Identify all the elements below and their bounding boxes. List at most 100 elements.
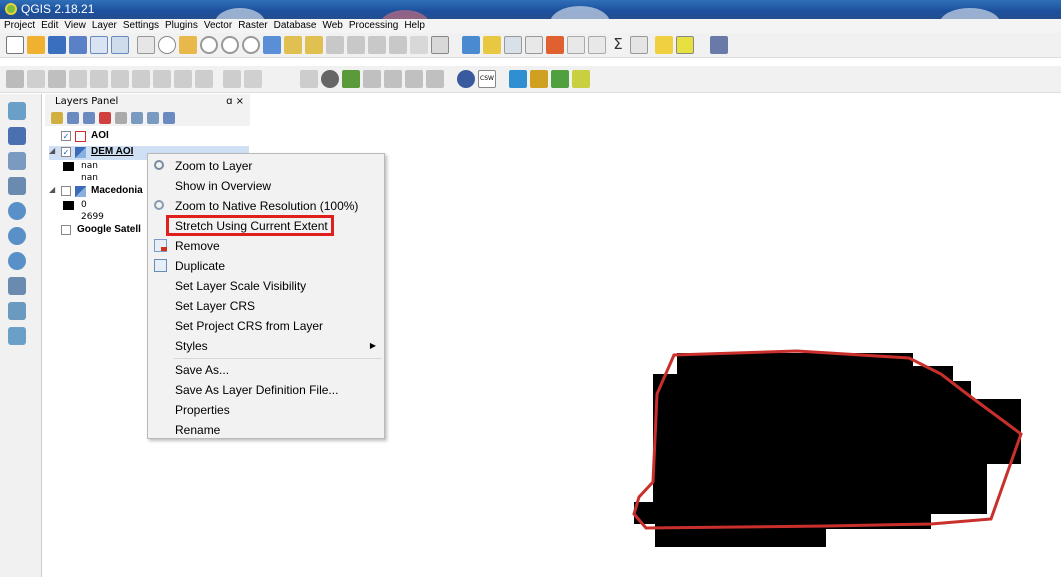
layer-checkbox[interactable]: ✓ — [61, 147, 71, 157]
expand-arrow-icon[interactable]: ◢ — [49, 146, 55, 155]
add-spatialite-icon[interactable] — [8, 177, 26, 195]
composer-manager-icon[interactable] — [111, 36, 129, 54]
select-features-icon[interactable] — [483, 36, 501, 54]
add-wfs-icon[interactable] — [457, 70, 475, 88]
manage-themes-icon[interactable] — [83, 112, 95, 124]
zoom-in-icon[interactable] — [200, 36, 218, 54]
text-annotation-icon[interactable] — [676, 36, 694, 54]
add-delimited-text-icon[interactable] — [8, 152, 26, 170]
add-wms-icon[interactable] — [8, 202, 26, 220]
menu-item-zoom-to-layer[interactable]: Zoom to Layer — [148, 156, 384, 176]
cut-features-icon[interactable] — [153, 70, 171, 88]
identify-icon[interactable] — [462, 36, 480, 54]
remove-layer-icon[interactable] — [163, 112, 175, 124]
georeferencer-icon[interactable] — [551, 70, 569, 88]
menu-edit[interactable]: Edit — [38, 19, 61, 33]
refresh-icon[interactable] — [431, 36, 449, 54]
menu-item-save-as[interactable]: Save As... — [148, 360, 384, 380]
filter-legend-icon[interactable] — [99, 112, 111, 124]
menu-item-styles[interactable]: Styles ▶ — [148, 336, 384, 356]
copy-features-icon[interactable] — [174, 70, 192, 88]
pan-map-icon[interactable] — [137, 36, 155, 54]
label-tool-icon[interactable] — [300, 70, 318, 88]
move-feature-icon[interactable] — [90, 70, 108, 88]
label-highlight-icon[interactable] — [244, 70, 262, 88]
menu-database[interactable]: Database — [271, 19, 320, 33]
label-props-icon[interactable] — [426, 70, 444, 88]
open-attribute-table-icon[interactable] — [546, 36, 564, 54]
save-project-icon[interactable] — [48, 36, 66, 54]
sum-icon[interactable]: Σ — [609, 36, 627, 54]
diagram-move-icon[interactable] — [405, 70, 423, 88]
new-shapefile-icon[interactable] — [8, 327, 26, 345]
menu-view[interactable]: View — [61, 19, 89, 33]
new-bookmark-icon[interactable] — [368, 36, 386, 54]
statistical-summary-icon[interactable] — [588, 36, 606, 54]
open-styling-icon[interactable] — [51, 112, 63, 124]
menu-raster[interactable]: Raster — [235, 19, 270, 33]
help-icon[interactable] — [710, 36, 728, 54]
menu-item-rename[interactable]: Rename — [148, 420, 384, 440]
collapse-all-icon[interactable] — [147, 112, 159, 124]
label-move-icon[interactable] — [342, 70, 360, 88]
panel-float-close-buttons[interactable]: ɑ × — [226, 94, 244, 110]
menu-item-set-project-crs[interactable]: Set Project CRS from Layer — [148, 316, 384, 336]
map-tips-icon[interactable] — [410, 36, 428, 54]
expand-arrow-icon[interactable]: ◢ — [49, 185, 55, 194]
menu-item-properties[interactable]: Properties — [148, 400, 384, 420]
zoom-out-icon[interactable] — [221, 36, 239, 54]
menu-web[interactable]: Web — [319, 19, 345, 33]
layer-checkbox[interactable] — [61, 225, 71, 235]
processing-toolbox-icon[interactable] — [530, 70, 548, 88]
delete-selected-icon[interactable] — [132, 70, 150, 88]
current-edits-icon[interactable] — [6, 70, 24, 88]
layer-checkbox[interactable]: ✓ — [61, 131, 71, 141]
menu-item-set-layer-crs[interactable]: Set Layer CRS — [148, 296, 384, 316]
menu-item-show-in-overview[interactable]: Show in Overview — [148, 176, 384, 196]
menu-layer[interactable]: Layer — [89, 19, 120, 33]
menu-project[interactable]: Project — [0, 19, 38, 33]
zoom-last-icon[interactable] — [326, 36, 344, 54]
add-virtual-layer-icon[interactable] — [8, 277, 26, 295]
deselect-icon[interactable] — [525, 36, 543, 54]
add-group-icon[interactable] — [67, 112, 79, 124]
show-bookmarks-icon[interactable] — [389, 36, 407, 54]
field-calculator-icon[interactable] — [567, 36, 585, 54]
save-edits-icon[interactable] — [48, 70, 66, 88]
zoom-selection-icon[interactable] — [284, 36, 302, 54]
add-vector-layer-icon[interactable] — [8, 102, 26, 120]
menu-processing[interactable]: Processing — [346, 19, 401, 33]
gps-tools-icon[interactable] — [572, 70, 590, 88]
save-as-icon[interactable] — [69, 36, 87, 54]
menu-item-remove[interactable]: Remove — [148, 236, 384, 256]
menu-item-scale-visibility[interactable]: Set Layer Scale Visibility — [148, 276, 384, 296]
annotation-icon[interactable] — [655, 36, 673, 54]
select-by-value-icon[interactable] — [504, 36, 522, 54]
expand-all-icon[interactable] — [131, 112, 143, 124]
new-print-composer-icon[interactable] — [90, 36, 108, 54]
add-wcs-icon[interactable] — [8, 227, 26, 245]
menu-help[interactable]: Help — [401, 19, 428, 33]
add-raster-layer-icon[interactable] — [8, 127, 26, 145]
touch-zoom-icon[interactable] — [179, 36, 197, 54]
open-project-icon[interactable] — [27, 36, 45, 54]
menu-item-stretch-current-extent[interactable]: Stretch Using Current Extent — [148, 216, 384, 236]
menu-item-zoom-native[interactable]: Zoom to Native Resolution (100%) — [148, 196, 384, 216]
add-wfs-layer-icon[interactable] — [8, 252, 26, 270]
python-console-icon[interactable] — [509, 70, 527, 88]
menu-vector[interactable]: Vector — [201, 19, 235, 33]
layer-checkbox[interactable] — [61, 186, 71, 196]
menu-item-duplicate[interactable]: Duplicate — [148, 256, 384, 276]
label-change-icon[interactable] — [384, 70, 402, 88]
label-pin-icon[interactable] — [223, 70, 241, 88]
add-csv-icon[interactable]: CSW — [478, 70, 496, 88]
menu-plugins[interactable]: Plugins — [162, 19, 201, 33]
zoom-full-icon[interactable] — [263, 36, 281, 54]
menu-item-save-layer-definition[interactable]: Save As Layer Definition File... — [148, 380, 384, 400]
add-feature-icon[interactable] — [69, 70, 87, 88]
measure-icon[interactable] — [630, 36, 648, 54]
zoom-native-icon[interactable] — [242, 36, 260, 54]
pan-selection-icon[interactable] — [158, 36, 176, 54]
zoom-next-icon[interactable] — [347, 36, 365, 54]
zoom-layer-icon[interactable] — [305, 36, 323, 54]
